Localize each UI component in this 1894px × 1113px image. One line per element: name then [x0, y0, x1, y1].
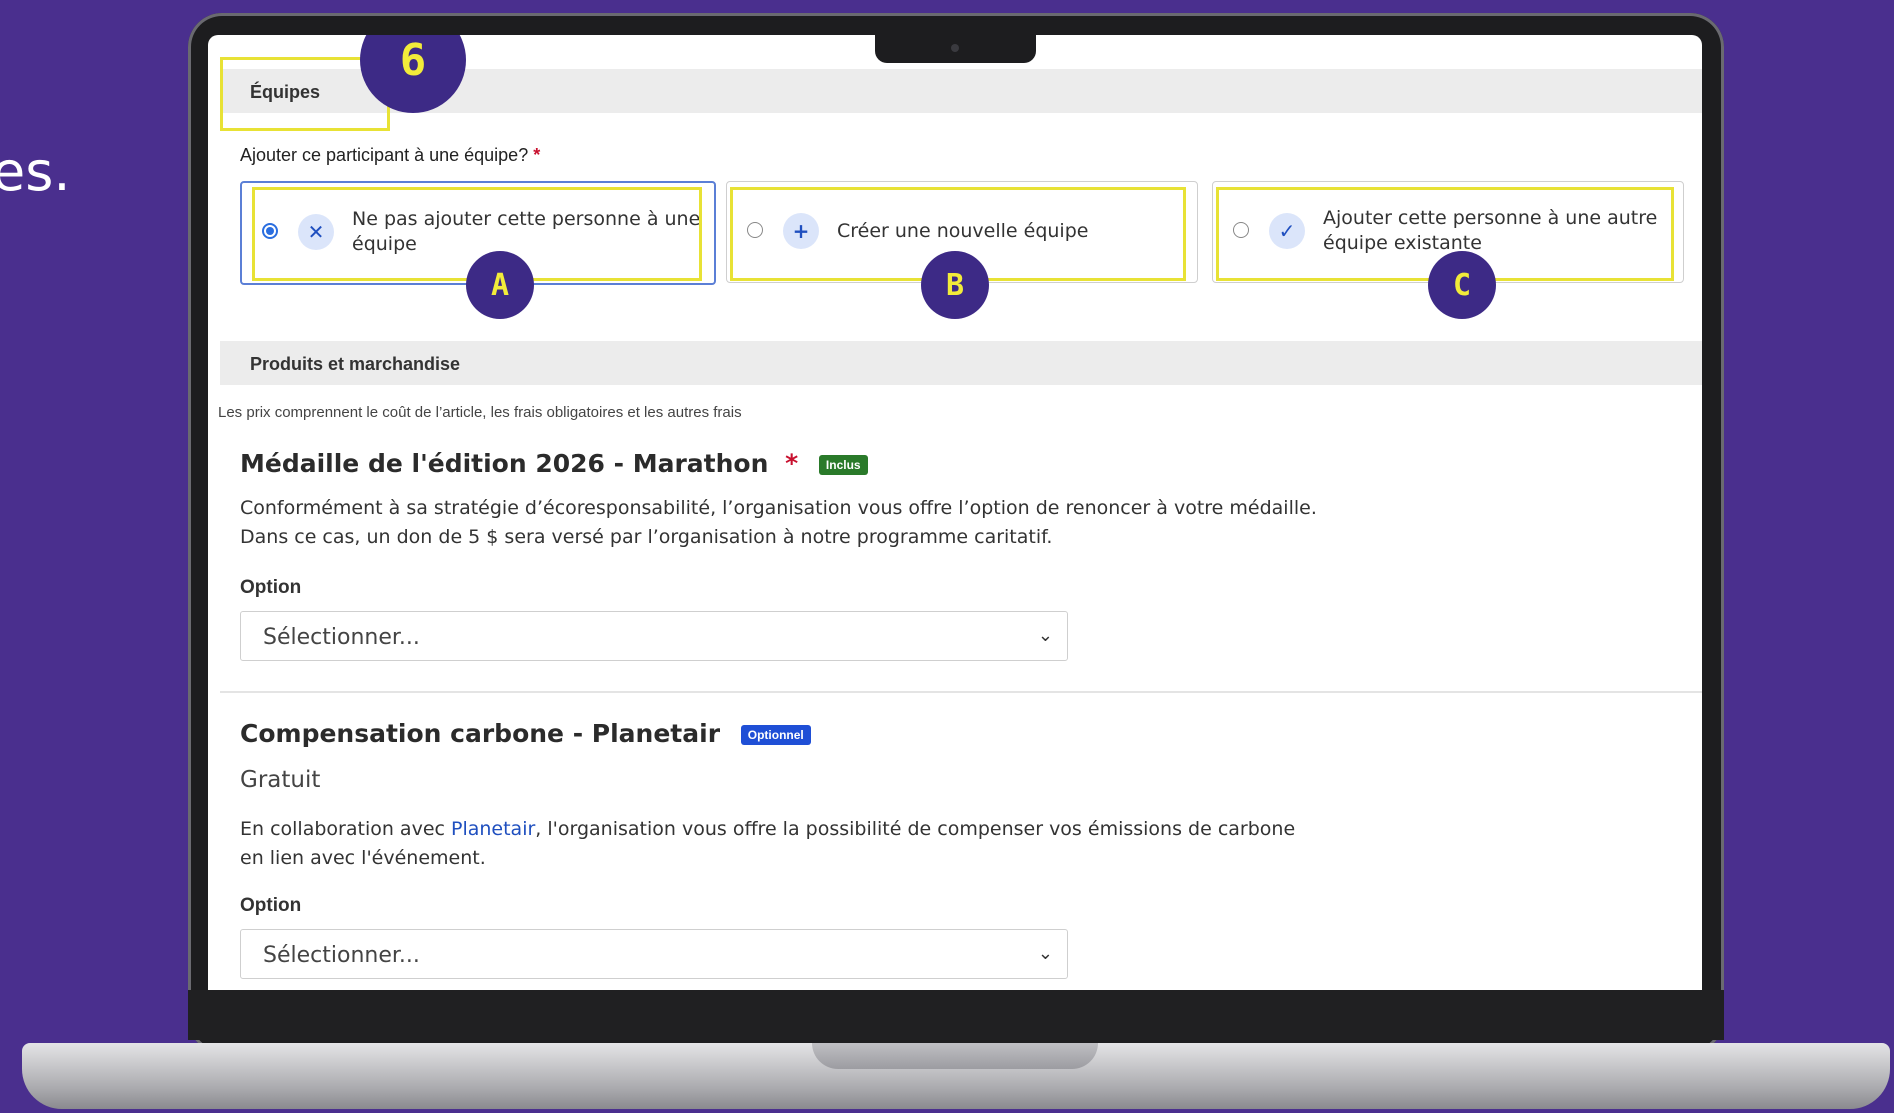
carbon-price: Gratuit	[240, 767, 321, 793]
carbon-option-label: Option	[240, 895, 302, 916]
laptop-bottom-bezel	[188, 990, 1724, 1040]
camera-icon	[951, 44, 959, 52]
medal-desc-line-1: Conformément à sa stratégie d’écorespons…	[240, 497, 1317, 519]
products-section-title: Produits et marchandise	[250, 354, 461, 374]
chevron-down-icon: ⌄	[1037, 625, 1053, 645]
teams-section-title: Équipes	[250, 82, 321, 102]
chevron-down-icon: ⌄	[1037, 943, 1053, 963]
medal-option-label: Option	[240, 577, 302, 598]
team-question-text: Ajouter ce participant à une équipe?	[240, 145, 529, 165]
radio-unselected[interactable]	[1233, 222, 1249, 238]
carbon-option-select[interactable]: Sélectionner... ⌄	[240, 929, 1068, 979]
optional-badge: Optionnel	[740, 725, 811, 745]
label-line-1: Ajouter cette personne à une autre	[1323, 207, 1658, 229]
carbon-desc-prefix: En collaboration avec	[240, 818, 451, 840]
radio-unselected[interactable]	[747, 222, 763, 238]
team-option-existing-label: Ajouter cette personne à une autre équip…	[1323, 206, 1657, 256]
laptop-notch	[875, 35, 1036, 63]
carbon-title-text: Compensation carbone - Planetair	[240, 719, 721, 748]
price-note: Les prix comprennent le coût de l’articl…	[218, 404, 742, 421]
medal-desc-line-2: Dans ce cas, un don de 5 $ sera versé pa…	[240, 526, 1053, 548]
marker-b: B	[921, 251, 989, 319]
team-question: Ajouter ce participant à une équipe? *	[240, 145, 540, 166]
medal-title-text: Médaille de l'édition 2026 - Marathon	[240, 449, 769, 478]
required-asterisk: *	[785, 449, 799, 478]
laptop-screen: Équipes 6 Ajouter ce participant à une é…	[208, 35, 1702, 990]
medal-description: Conformément à sa stratégie d’écorespons…	[240, 494, 1317, 552]
radio-selected[interactable]	[262, 223, 278, 239]
product-title-medal: Médaille de l'édition 2026 - Marathon * …	[240, 449, 868, 478]
team-option-none-label: Ne pas ajouter cette personne à une équi…	[352, 207, 700, 257]
planetair-link[interactable]: Planetair	[451, 818, 535, 840]
label-line-1: Ne pas ajouter cette personne à une	[352, 208, 701, 230]
laptop-base-notch	[812, 1043, 1098, 1069]
x-icon: ✕	[298, 214, 334, 250]
select-value: Sélectionner...	[263, 625, 420, 650]
side-caption-fragment: es.	[0, 140, 71, 203]
section-divider	[220, 691, 1702, 693]
carbon-desc-suffix: , l'organisation vous offre la possibili…	[535, 818, 1296, 840]
product-title-carbon: Compensation carbone - Planetair Optionn…	[240, 719, 811, 748]
carbon-description: En collaboration avec Planetair, l'organ…	[240, 815, 1295, 873]
products-section-header: Produits et marchandise	[220, 341, 1702, 385]
carbon-desc-line-2: en lien avec l'événement.	[240, 847, 486, 869]
marker-c: C	[1428, 251, 1496, 319]
marker-a: A	[466, 251, 534, 319]
select-value: Sélectionner...	[263, 943, 420, 968]
medal-option-select[interactable]: Sélectionner... ⌄	[240, 611, 1068, 661]
team-option-create-label: Créer une nouvelle équipe	[837, 220, 1089, 242]
required-asterisk: *	[533, 145, 541, 165]
check-icon: ✓	[1269, 213, 1305, 249]
plus-icon: +	[783, 213, 819, 249]
included-badge: Inclus	[818, 455, 868, 475]
label-line-2: équipe	[352, 233, 417, 255]
